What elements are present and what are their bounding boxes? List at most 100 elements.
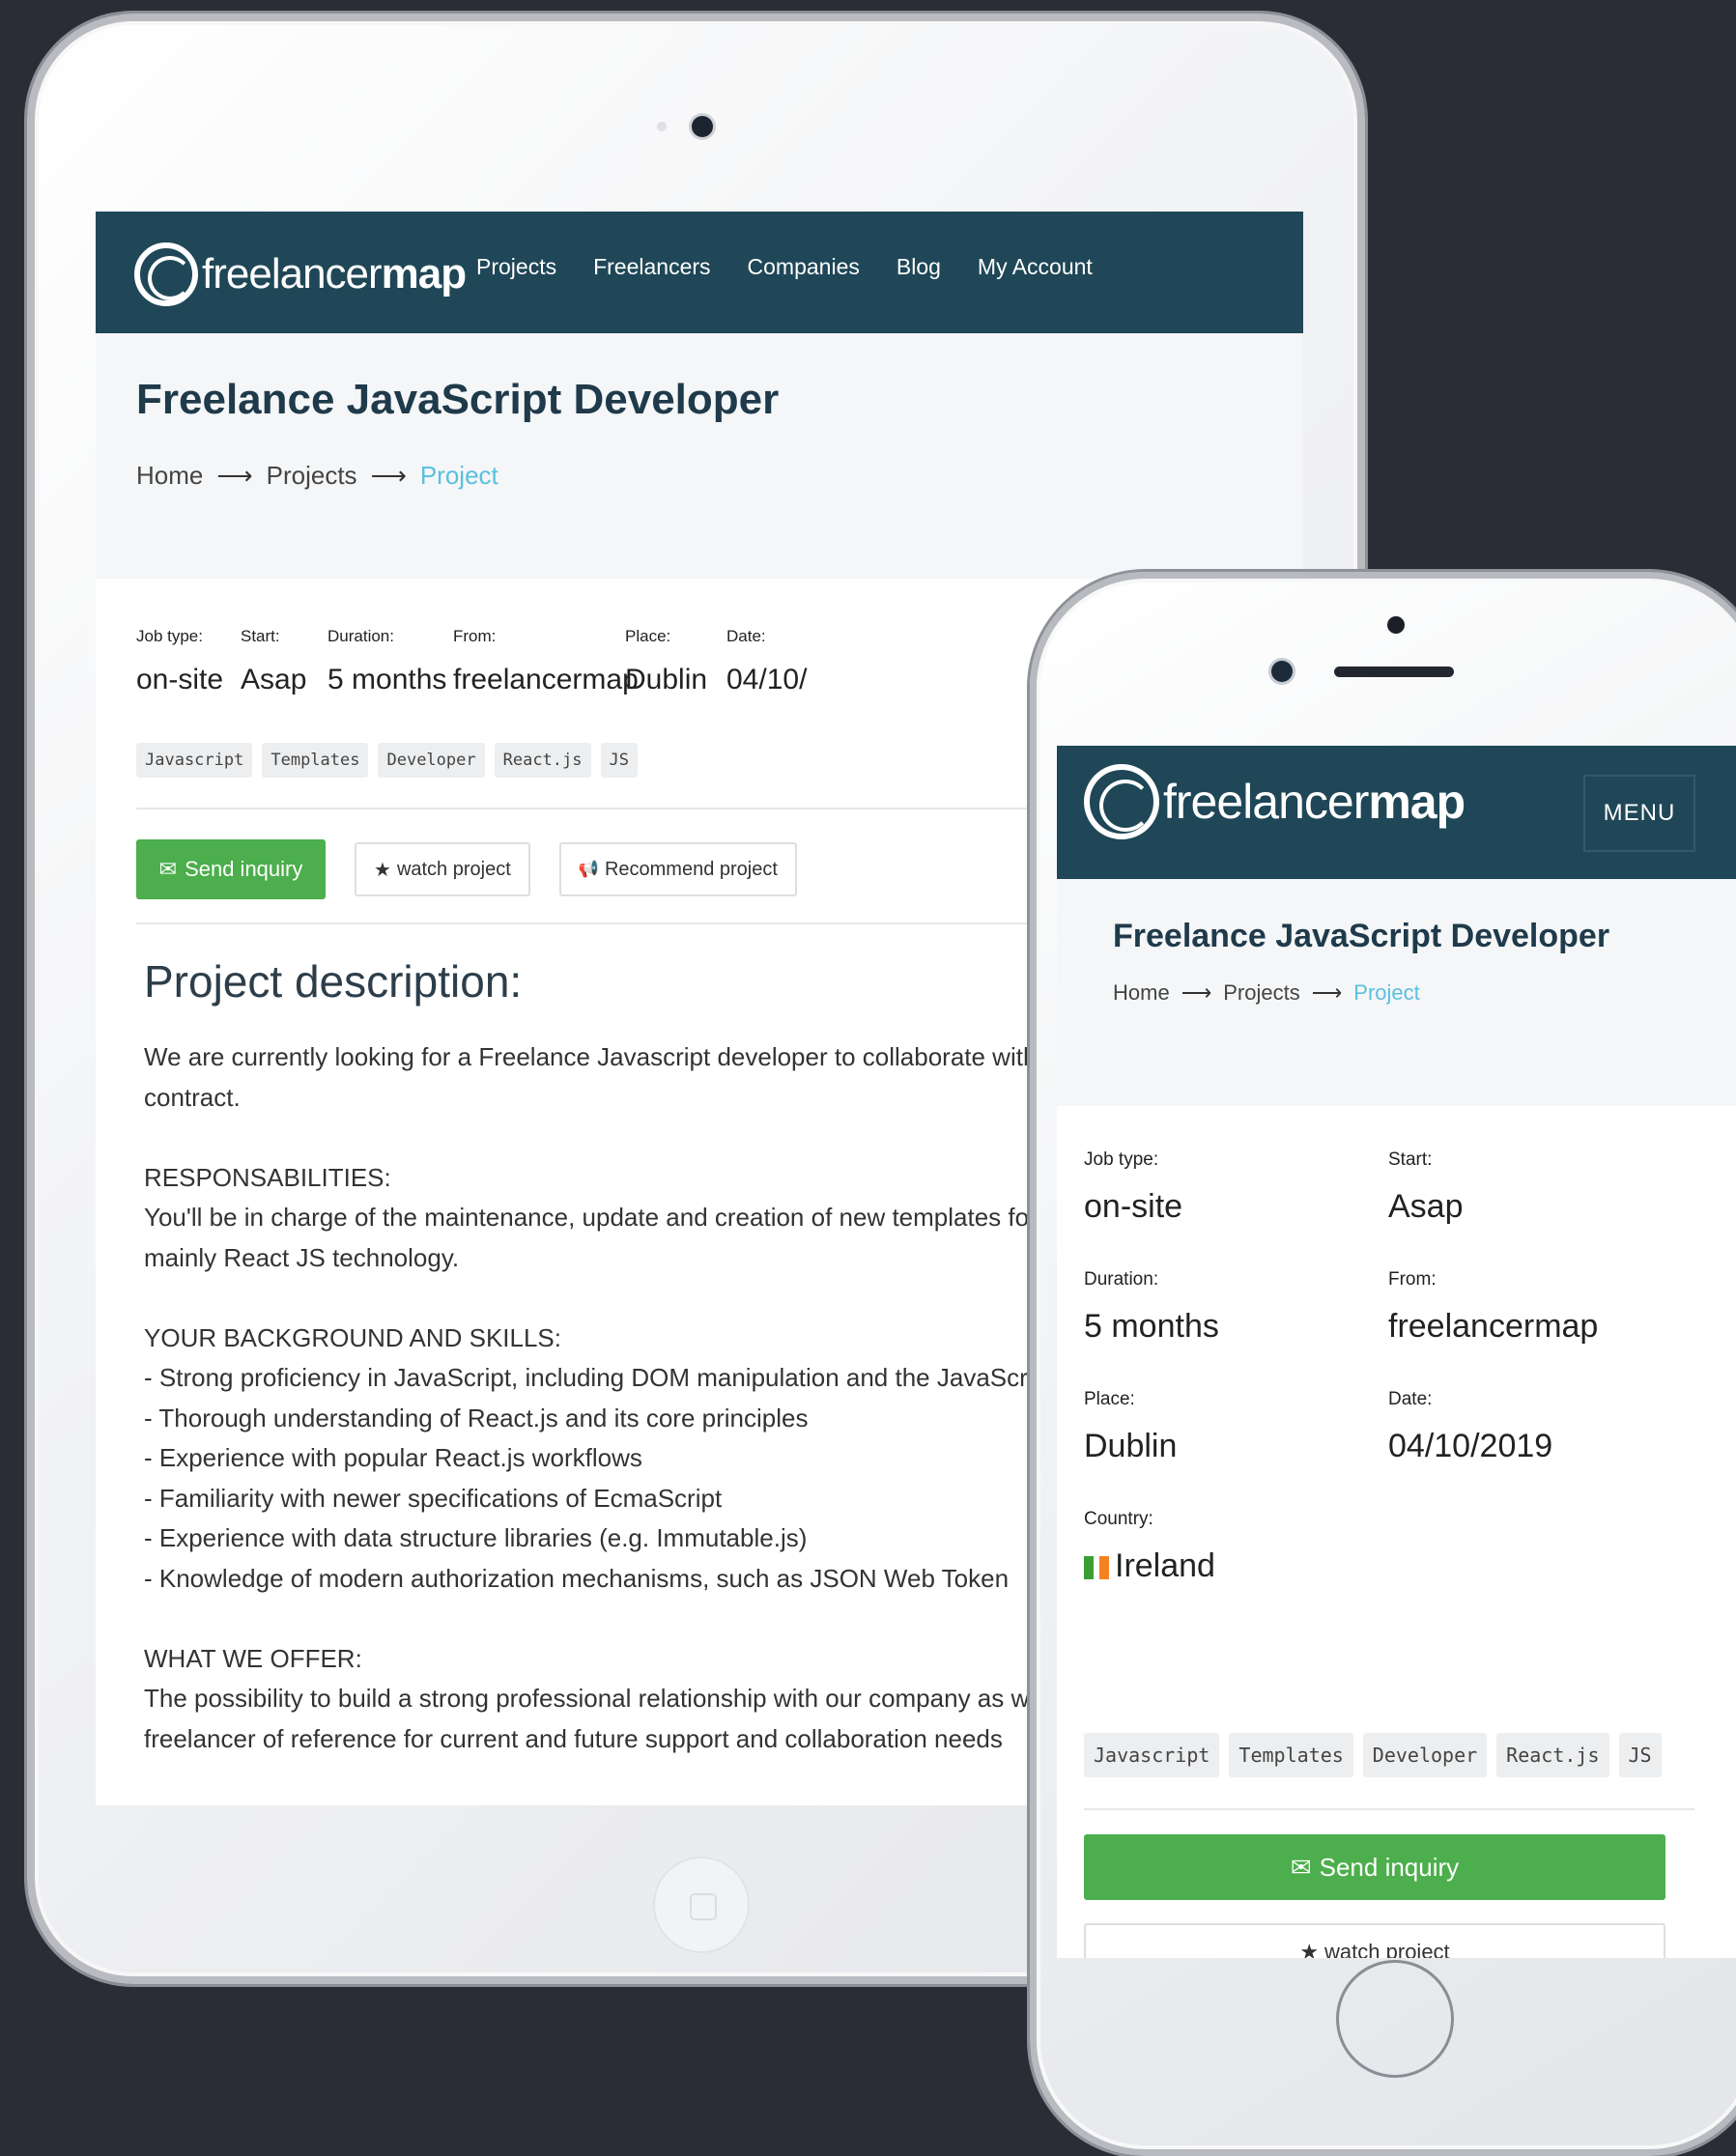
fact-label: From: — [1388, 1269, 1437, 1290]
tablet-home-button[interactable] — [653, 1857, 750, 1953]
fact-label: Date: — [1388, 1389, 1433, 1409]
nav-projects[interactable]: Projects — [476, 254, 556, 280]
fact-value: Dublin — [1084, 1428, 1178, 1464]
fact-date: Date: 04/10/2019 — [1388, 1389, 1552, 1465]
fact-value: on-site — [1084, 1188, 1183, 1225]
breadcrumb-project: Project — [419, 461, 498, 490]
fact-label: Date: — [726, 627, 766, 645]
tag-javascript[interactable]: Javascript — [1084, 1733, 1220, 1777]
breadcrumb: Home ⟶ Projects ⟶ Project — [1113, 980, 1420, 1006]
breadcrumb-projects[interactable]: Projects — [1223, 980, 1299, 1006]
freelancermap-logo[interactable]: freelancermap — [134, 242, 467, 306]
tablet-camera — [692, 116, 713, 137]
fact-job-type: Job type: on-site — [136, 627, 223, 696]
description-heading: Project description: — [144, 956, 523, 1007]
fact-job-type: Job type: on-site — [1084, 1149, 1182, 1226]
nav-my-account[interactable]: My Account — [978, 254, 1093, 280]
fact-label: Start: — [241, 627, 280, 645]
logo-icon — [1084, 764, 1159, 839]
fact-value: Asap — [241, 664, 307, 695]
tag-templates[interactable]: Templates — [1229, 1733, 1353, 1777]
star-icon: ★ — [1299, 1940, 1320, 1958]
fact-duration: Duration: 5 months — [327, 627, 446, 696]
watch-project-label: watch project — [1324, 1940, 1450, 1958]
recommend-project-button[interactable]: 📢 Recommend project — [558, 842, 797, 896]
fact-label: Job type: — [1084, 1149, 1159, 1170]
fact-value: freelancermap — [1388, 1308, 1599, 1345]
watch-project-button[interactable]: ★ watch project — [1084, 1923, 1665, 1958]
fact-place: Place: Dublin — [625, 627, 707, 696]
menu-button[interactable]: MENU — [1583, 775, 1695, 852]
arrow-right-icon: ⟶ — [216, 461, 253, 490]
tag-js[interactable]: JS — [1618, 1733, 1662, 1777]
skill-tags: Javascript Templates Developer React.js … — [136, 743, 638, 778]
country-name: Ireland — [1115, 1547, 1215, 1584]
fact-from: From: freelancermap — [1388, 1269, 1598, 1346]
logo-icon — [134, 242, 198, 306]
fact-value: Asap — [1388, 1188, 1464, 1225]
send-inquiry-button[interactable]: ✉ Send inquiry — [1084, 1834, 1665, 1900]
breadcrumb: Home ⟶ Projects ⟶ Project — [136, 461, 498, 491]
mobile-page-header: Freelance JavaScript Developer Home ⟶ Pr… — [1057, 879, 1736, 1106]
top-navbar: freelancermap Projects Freelancers Compa… — [96, 212, 1303, 333]
fact-label: Place: — [625, 627, 671, 645]
breadcrumb-home[interactable]: Home — [1113, 980, 1170, 1006]
megaphone-icon: 📢 — [578, 860, 599, 878]
logo-wordmark: freelancermap — [202, 250, 467, 298]
phone-home-button[interactable] — [1336, 1960, 1454, 2078]
phone-camera — [1271, 661, 1293, 682]
phone-device: freelancermap MENU Freelance JavaScript … — [1030, 572, 1736, 2156]
phone-speaker — [1334, 667, 1454, 677]
fact-place: Place: Dublin — [1084, 1389, 1177, 1465]
arrow-right-icon: ⟶ — [370, 461, 407, 490]
fact-country: Country: Ireland — [1084, 1509, 1215, 1585]
fact-label: Duration: — [327, 627, 394, 645]
fact-label: Place: — [1084, 1389, 1135, 1409]
fact-value: on-site — [136, 664, 224, 695]
tag-reactjs[interactable]: React.js — [1496, 1733, 1609, 1777]
star-icon: ★ — [374, 859, 391, 881]
arrow-right-icon: ⟶ — [1181, 980, 1212, 1005]
watch-project-button[interactable]: ★ watch project — [355, 842, 530, 896]
tag-templates[interactable]: Templates — [262, 743, 369, 778]
breadcrumb-projects[interactable]: Projects — [267, 461, 357, 491]
nav-companies[interactable]: Companies — [748, 254, 860, 280]
recommend-project-label: Recommend project — [604, 858, 778, 880]
fact-value: Dublin — [625, 664, 708, 695]
fact-label: Job type: — [136, 627, 203, 645]
tag-js[interactable]: JS — [600, 743, 638, 778]
tag-developer[interactable]: Developer — [1362, 1733, 1488, 1777]
logo-wordmark: freelancermap — [1163, 775, 1466, 829]
tag-developer[interactable]: Developer — [378, 743, 485, 778]
nav-freelancers[interactable]: Freelancers — [593, 254, 710, 280]
fact-value: 5 months — [327, 664, 447, 695]
send-inquiry-label: Send inquiry — [185, 857, 303, 881]
fact-label: Duration: — [1084, 1269, 1159, 1290]
arrow-right-icon: ⟶ — [1311, 980, 1343, 1005]
nav-blog[interactable]: Blog — [896, 254, 941, 280]
send-inquiry-button[interactable]: ✉ Send inquiry — [136, 839, 326, 899]
breadcrumb-home[interactable]: Home — [136, 461, 203, 491]
envelope-icon: ✉ — [158, 857, 178, 881]
project-actions: ✉ Send inquiry ★ watch project 📢 Recomme… — [136, 839, 797, 899]
fact-value: 5 months — [1084, 1308, 1219, 1345]
tag-javascript[interactable]: Javascript — [136, 743, 253, 778]
fact-value: Ireland — [1084, 1547, 1215, 1585]
fact-label: Start: — [1388, 1149, 1433, 1170]
phone-sensor — [1387, 616, 1405, 634]
fact-label: From: — [453, 627, 497, 645]
divider — [1084, 1808, 1694, 1810]
fact-start: Start: Asap — [1388, 1149, 1464, 1226]
freelancermap-logo[interactable]: freelancermap — [1084, 764, 1466, 839]
ireland-flag-icon — [1084, 1556, 1109, 1580]
main-menu: Projects Freelancers Companies Blog My A… — [476, 254, 1093, 280]
fact-start: Start: Asap — [241, 627, 306, 696]
fact-value: freelancermap — [453, 664, 639, 695]
tablet-sensor — [657, 122, 667, 131]
tag-reactjs[interactable]: React.js — [494, 743, 591, 778]
fact-duration: Duration: 5 months — [1084, 1269, 1219, 1346]
envelope-icon: ✉ — [1290, 1852, 1312, 1882]
send-inquiry-label: Send inquiry — [1319, 1852, 1460, 1882]
mobile-navbar: freelancermap MENU — [1057, 746, 1736, 879]
fact-from: From: freelancermap — [453, 627, 639, 696]
